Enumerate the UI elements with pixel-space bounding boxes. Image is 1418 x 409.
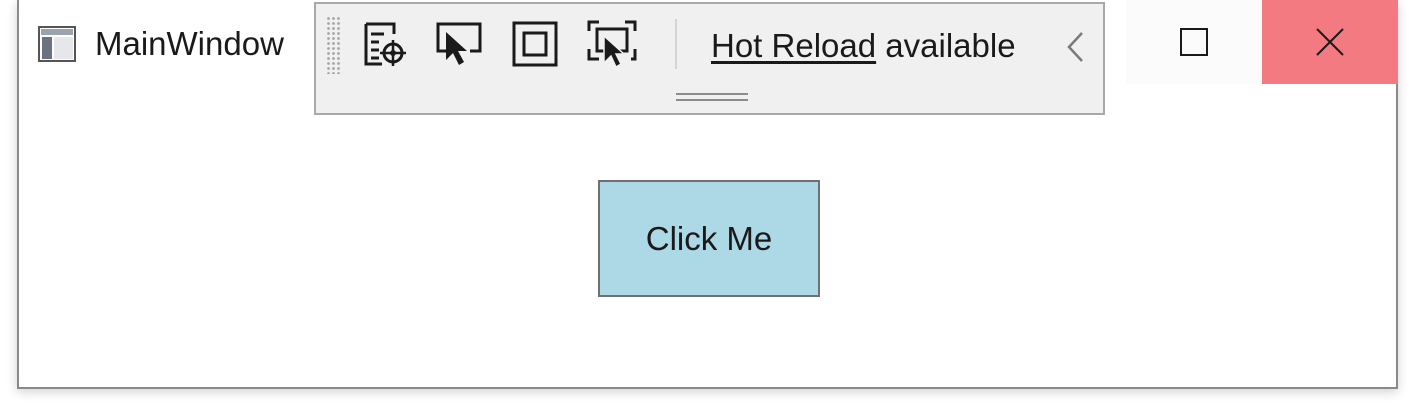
- maximize-icon: [1180, 28, 1208, 56]
- maximize-button[interactable]: [1126, 0, 1262, 84]
- chevron-left-icon[interactable]: [1064, 30, 1088, 64]
- window-app-icon[interactable]: [38, 26, 76, 62]
- close-button[interactable]: [1262, 0, 1398, 84]
- track-focused-element-button[interactable]: [582, 14, 642, 74]
- select-element-button[interactable]: [429, 14, 489, 74]
- go-to-live-visual-tree-button[interactable]: [354, 14, 414, 74]
- go-to-live-visual-tree-icon: [364, 22, 406, 66]
- display-layout-adorners-button[interactable]: [505, 14, 565, 74]
- click-me-button[interactable]: Click Me: [598, 180, 820, 297]
- select-element-icon: [436, 22, 482, 65]
- hot-reload-link[interactable]: Hot Reload: [711, 27, 876, 64]
- toolbar-drag-handle[interactable]: [676, 93, 748, 101]
- track-focused-element-icon: [587, 20, 637, 69]
- close-icon: [1316, 28, 1344, 56]
- window-title: MainWindow: [95, 25, 284, 62]
- toolbar-separator: [675, 19, 677, 69]
- in-app-toolbar: Hot Reload available: [314, 2, 1105, 115]
- hot-reload-status: available: [885, 27, 1016, 64]
- hot-reload-indicator: Hot Reload available: [711, 24, 1016, 68]
- toolbar-grip[interactable]: [326, 16, 342, 74]
- display-layout-adorners-icon: [512, 21, 558, 67]
